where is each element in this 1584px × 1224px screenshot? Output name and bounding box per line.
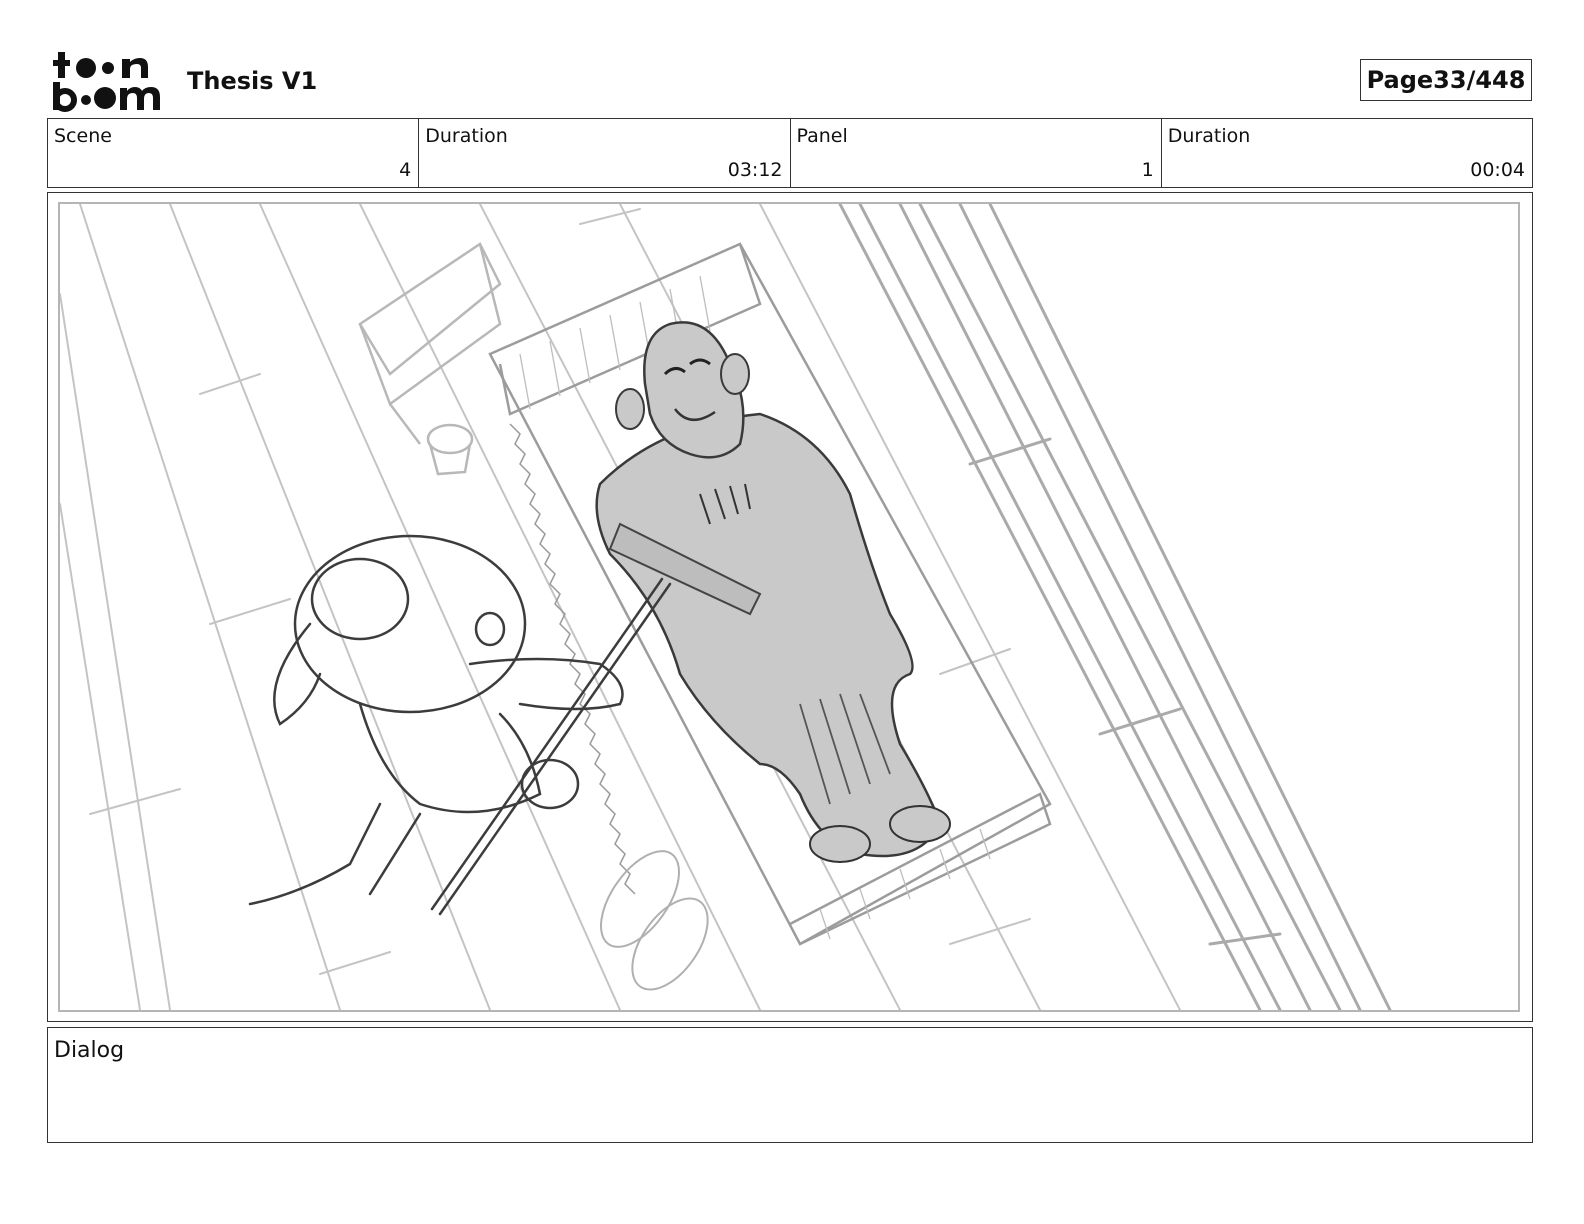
storyboard-sketch-icon: [60, 204, 1392, 1010]
scene-value: 4: [399, 159, 412, 181]
page-number: 33/448: [1433, 66, 1526, 94]
panel-cell: Panel 1: [791, 119, 1162, 187]
page-label: Page: [1366, 66, 1434, 94]
scene-duration-label: Duration: [425, 125, 508, 147]
dialog-box: Dialog: [47, 1027, 1533, 1143]
panel-image: [58, 202, 1520, 1012]
scene-label: Scene: [54, 125, 112, 147]
scene-cell: Scene 4: [48, 119, 420, 187]
scene-info-table: Scene 4 Duration 03:12 Panel 1 Duration …: [47, 118, 1533, 188]
scene-duration-cell: Duration 03:12: [419, 119, 791, 187]
dialog-label: Dialog: [54, 1038, 125, 1063]
toonboom-logo-icon: [53, 52, 160, 112]
document-title: Thesis V1: [187, 67, 318, 95]
panel-label: Panel: [796, 125, 848, 147]
panel-value: 1: [1141, 159, 1154, 181]
page-indicator: Page 33/448: [1360, 59, 1532, 101]
scene-duration-value: 03:12: [727, 159, 783, 181]
panel-duration-cell: Duration 00:04: [1162, 119, 1532, 187]
panel-duration-label: Duration: [1167, 125, 1251, 147]
toonboom-logo: [52, 50, 164, 112]
panel-duration-value: 00:04: [1470, 159, 1525, 181]
panel-frame: [47, 192, 1533, 1022]
